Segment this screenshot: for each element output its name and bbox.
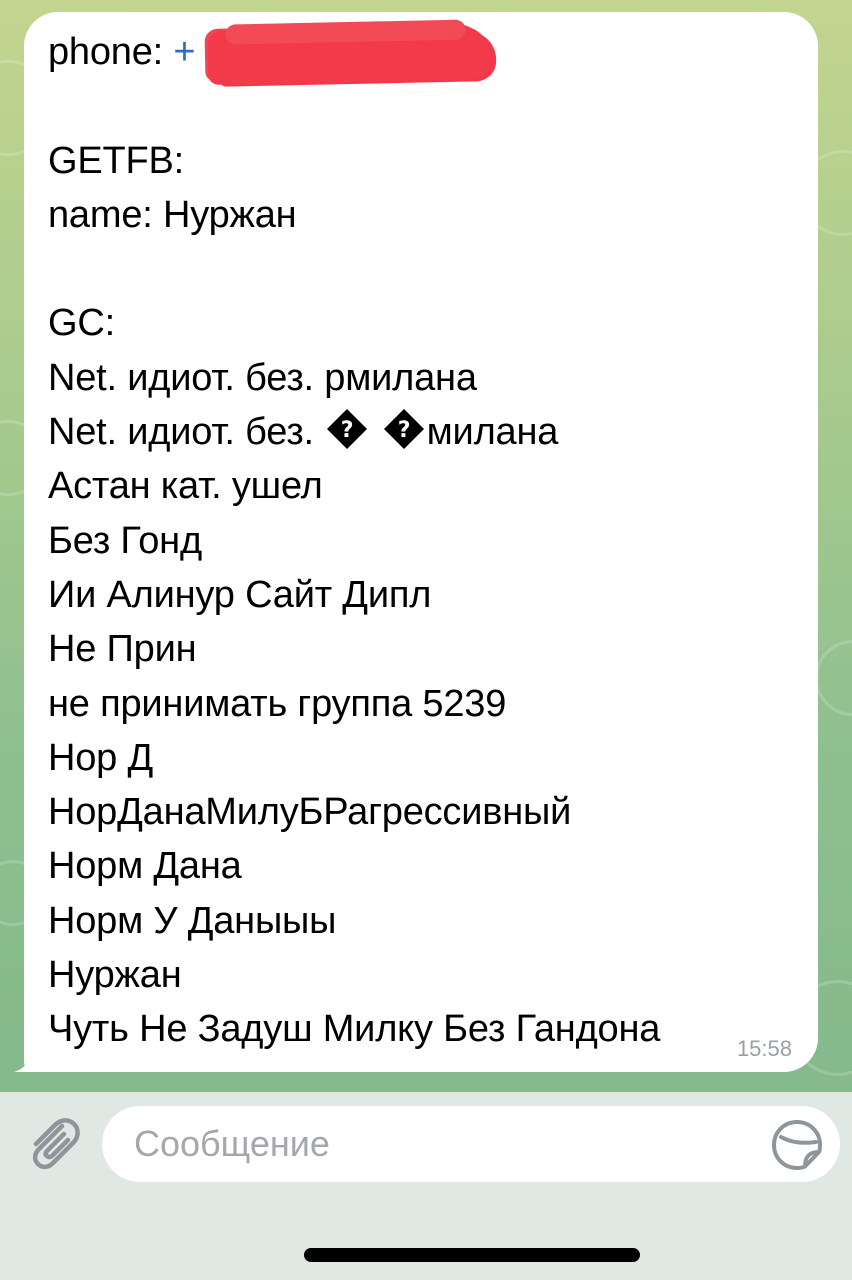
message-line: Без Гонд [48,519,202,562]
home-indicator[interactable] [304,1248,640,1262]
phone-link[interactable]: + [173,31,195,73]
message-line: Net. идиот. без. рмилана [48,356,477,399]
message-line [48,242,748,296]
message-line: Нуржан [48,954,182,997]
message-line: Нор Д [48,736,154,779]
redaction-mark [207,25,491,85]
message-text: phone: + GETFB: name: Нуржан GC: Net. ид… [48,25,748,1057]
svg-text:?: ? [341,418,354,443]
message-line: Норм У Даныыы [48,899,337,942]
message-line: GETFB: [48,139,185,182]
message-line: Норм Дана [48,845,242,888]
replacement-character-icon: ? [383,409,424,450]
line-text: Net. идиот. без. [48,411,314,454]
message-input-placeholder: Сообщение [134,1123,330,1164]
message-line: Ии Алинур Сайт Дипл [48,573,432,616]
message-line: Чуть Не Задуш Милку Без Гандона [48,1008,661,1051]
replacement-character-icon: ? [327,409,368,450]
message-line-with-glyphs: Net. идиот. без. ? ? милана [48,405,748,459]
line-suffix: милана [426,411,559,454]
message-line: GC: [48,302,115,345]
svg-text:?: ? [397,418,410,443]
message-line: не принимать группа 5239 [48,682,507,725]
paperclip-icon[interactable] [22,1112,84,1174]
message-line: Астан кат. ушел [48,465,323,508]
message-line: НорДанаМилуБРагрессивный [48,791,572,834]
message-line: name: Нуржан [48,193,297,236]
phone-label: phone: [48,31,174,73]
message-line [48,79,748,133]
message-line: Не Прин [48,628,197,671]
sticker-icon[interactable] [770,1118,824,1172]
